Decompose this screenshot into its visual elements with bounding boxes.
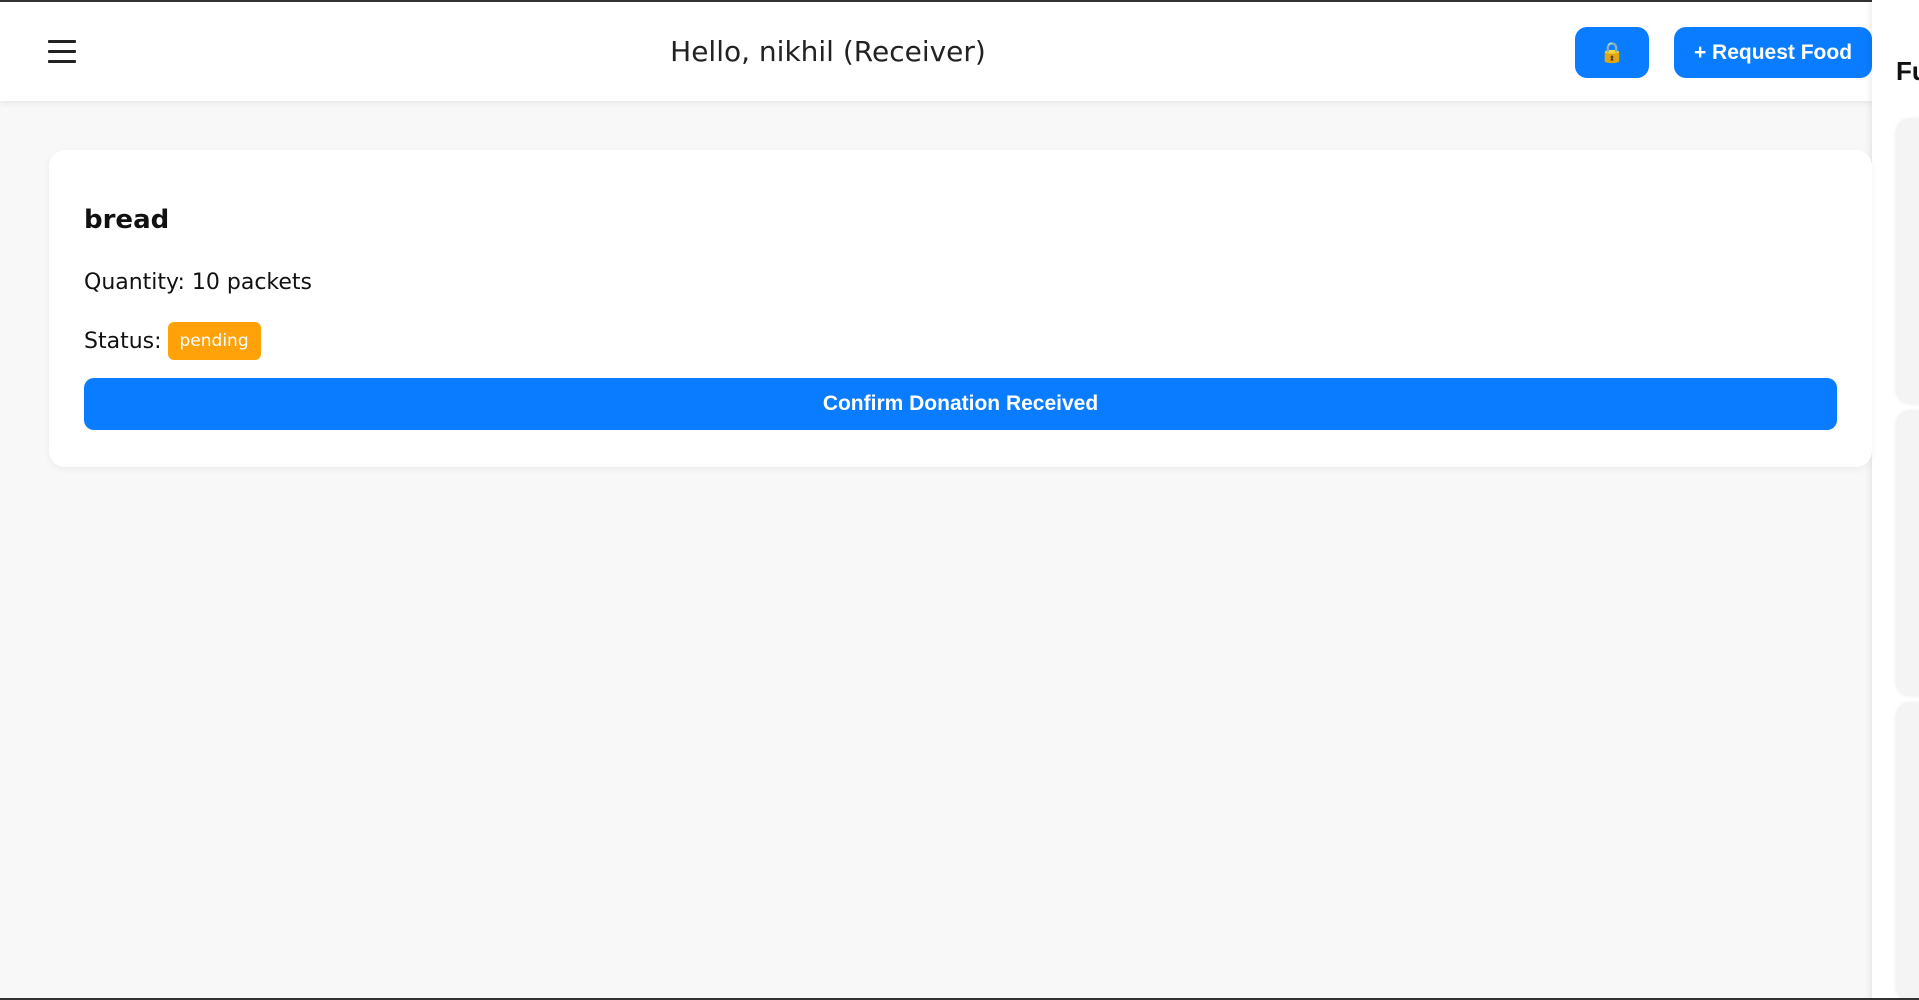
- donation-card: bread Quantity: 10 packets Status: pendi…: [49, 150, 1872, 467]
- side-panel: Fu: [1872, 0, 1919, 1000]
- request-food-button[interactable]: + Request Food: [1674, 27, 1872, 78]
- side-card[interactable]: [1896, 410, 1919, 695]
- confirm-donation-button[interactable]: Confirm Donation Received: [84, 378, 1837, 430]
- lock-icon: 🔒: [1599, 42, 1625, 64]
- quantity-line: Quantity: 10 packets: [84, 270, 312, 295]
- status-label: Status:: [84, 328, 162, 354]
- food-name: bread: [84, 205, 170, 235]
- status-badge: pending: [167, 322, 261, 360]
- side-card[interactable]: [1896, 702, 1919, 1000]
- side-card[interactable]: [1896, 118, 1919, 403]
- greeting-title: Hello, nikhil (Receiver): [670, 35, 986, 68]
- top-header: Hello, nikhil (Receiver) 🔒 + Request Foo…: [0, 2, 1872, 101]
- quantity-value: 10 packets: [191, 270, 312, 295]
- quantity-label: Quantity:: [84, 270, 185, 295]
- lock-button[interactable]: 🔒: [1575, 27, 1649, 78]
- side-panel-title: Fu: [1896, 56, 1919, 86]
- status-line: Status: pending: [84, 322, 261, 360]
